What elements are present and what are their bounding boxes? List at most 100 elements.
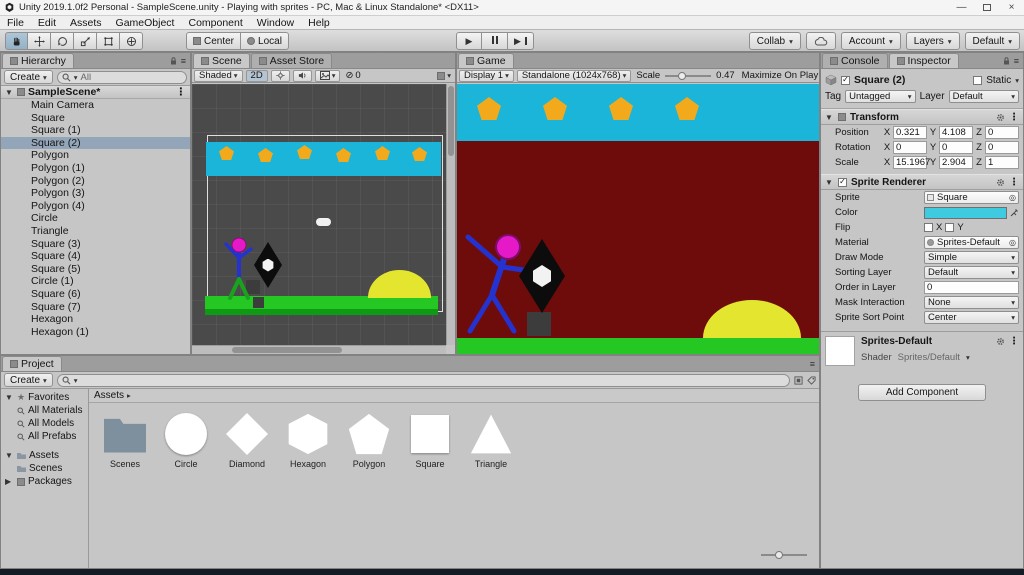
minimize-button[interactable]: — (949, 0, 974, 15)
hierarchy-item[interactable]: Polygon (4) (1, 200, 190, 213)
panel-menu-icon[interactable]: ≡ (1014, 56, 1019, 66)
tab-game[interactable]: Game (458, 53, 514, 68)
z-value-field[interactable]: 1 (985, 156, 1019, 169)
pause-button[interactable] (482, 32, 508, 50)
foldout-open-icon[interactable]: ▼ (5, 393, 14, 402)
scale-tool-button[interactable] (74, 32, 97, 50)
pivot-rotation-button[interactable]: Local (241, 32, 289, 50)
menu-item[interactable]: File (0, 16, 31, 30)
sprite-renderer-component-header[interactable]: ▼ ✓ Sprite Renderer ⋮ (821, 174, 1023, 190)
menu-item[interactable]: Window (250, 16, 301, 30)
scene-audio-toggle[interactable] (292, 69, 312, 82)
hierarchy-item[interactable]: Square (1, 112, 190, 125)
thumbnail-zoom-slider[interactable] (761, 550, 807, 560)
asset-item[interactable]: Square (404, 411, 456, 469)
assets-root[interactable]: ▼ Assets (1, 449, 88, 462)
hierarchy-item[interactable]: Square (7) (1, 301, 190, 314)
slider-thumb[interactable] (775, 551, 783, 559)
foldout-open-icon[interactable]: ▼ (5, 88, 14, 97)
hierarchy-item[interactable]: Triangle (1, 225, 190, 238)
lock-icon[interactable] (170, 56, 177, 65)
player-sprite[interactable] (222, 237, 256, 301)
tab-console[interactable]: Console (822, 53, 888, 68)
menu-item[interactable]: Assets (63, 16, 109, 30)
display-dropdown[interactable]: Display 1 ▾ (459, 69, 514, 82)
rotate-tool-button[interactable] (51, 32, 74, 50)
tag-dropdown[interactable]: Untagged ▾ (845, 89, 916, 103)
move-tool-button[interactable] (28, 32, 51, 50)
hierarchy-item[interactable]: Square (5) (1, 263, 190, 276)
search-by-type-icon[interactable] (794, 375, 803, 385)
asset-item[interactable]: Hexagon (282, 411, 334, 469)
scene-lighting-toggle[interactable] (270, 69, 290, 82)
scene-context-menu-icon[interactable]: ⋮ (176, 86, 187, 98)
chevron-down-icon[interactable]: ▾ (966, 353, 970, 362)
gizmos-dropdown[interactable]: ▾ (435, 71, 453, 80)
favorites-root[interactable]: ▼ ★ Favorites (1, 391, 88, 404)
gear-icon[interactable] (996, 337, 1005, 346)
y-value-field[interactable]: 2.904 (939, 156, 973, 169)
close-button[interactable]: × (999, 0, 1024, 15)
draw-mode-dropdown[interactable]: Simple ▾ (924, 251, 1019, 264)
hierarchy-item[interactable]: Square (4) (1, 250, 190, 263)
project-search-input[interactable]: ▾ (56, 373, 790, 387)
hierarchy-item[interactable]: Square (1) (1, 124, 190, 137)
2d-toggle-button[interactable]: 2D (245, 69, 268, 82)
hierarchy-item[interactable]: Main Camera (1, 99, 190, 112)
active-checkbox[interactable]: ✓ (841, 75, 850, 85)
maximize-on-play-toggle[interactable]: Maximize On Play (740, 70, 819, 81)
hierarchy-item[interactable]: Polygon (3) (1, 187, 190, 200)
color-swatch[interactable] (924, 206, 1007, 219)
menu-item[interactable]: Edit (31, 16, 63, 30)
tab-scene[interactable]: Scene (193, 53, 250, 68)
static-dropdown-icon[interactable]: ▾ (1015, 76, 1019, 85)
cloud-sprite[interactable] (316, 218, 331, 226)
z-value-field[interactable]: 0 (985, 141, 1019, 154)
asset-item[interactable]: Polygon (343, 411, 395, 469)
hierarchy-item[interactable]: Square (6) (1, 288, 190, 301)
search-filter-caret-icon[interactable]: ▾ (74, 376, 78, 385)
x-value-field[interactable]: 0 (893, 141, 927, 154)
favorite-item[interactable]: All Materials (1, 404, 88, 417)
aspect-dropdown[interactable]: Standalone (1024x768) ▾ (516, 69, 632, 82)
create-button[interactable]: Create ▾ (4, 373, 53, 387)
scene-visibility-toggle[interactable]: ⊘ 0 (343, 70, 362, 81)
create-button[interactable]: Create ▾ (4, 70, 53, 84)
rect-tool-button[interactable] (97, 32, 120, 50)
gameobject-name-field[interactable]: Square (2) (854, 74, 905, 86)
material-preview-thumbnail[interactable] (825, 336, 855, 366)
hierarchy-item[interactable]: Polygon (1) (1, 162, 190, 175)
hierarchy-item[interactable]: Polygon (2) (1, 175, 190, 188)
flip-y-checkbox[interactable] (945, 223, 955, 232)
sprite-sort-point-dropdown[interactable]: Center ▾ (924, 311, 1019, 324)
tab-hierarchy[interactable]: Hierarchy (2, 53, 74, 68)
foldout-open-icon[interactable]: ▼ (5, 451, 14, 460)
material-object-field[interactable]: Sprites-Default ◎ (924, 236, 1019, 249)
gear-icon[interactable] (996, 178, 1005, 187)
hierarchy-item[interactable]: Hexagon (1, 313, 190, 326)
scale-slider[interactable] (665, 71, 712, 81)
maximize-button[interactable] (974, 0, 999, 15)
mask-interaction-dropdown[interactable]: None ▾ (924, 296, 1019, 309)
foldout-open-icon[interactable]: ▼ (825, 178, 834, 187)
scene-viewport[interactable] (192, 84, 446, 345)
gear-icon[interactable] (996, 113, 1005, 122)
hierarchy-item[interactable]: Circle (1) (1, 275, 190, 288)
asset-item[interactable]: Diamond (221, 411, 273, 469)
object-picker-icon[interactable]: ◎ (1009, 238, 1016, 247)
flip-x-checkbox[interactable] (924, 223, 933, 232)
step-button[interactable]: ▶ (508, 32, 534, 50)
tab-asset-store[interactable]: Asset Store (250, 53, 333, 68)
layer-dropdown[interactable]: Default ▾ (948, 89, 1020, 103)
add-component-button[interactable]: Add Component (858, 384, 986, 401)
foldout-open-icon[interactable]: ▼ (825, 113, 834, 122)
lock-icon[interactable] (1003, 56, 1010, 65)
sprite-object-field[interactable]: Square ◎ (924, 191, 1019, 204)
component-enabled-checkbox[interactable]: ✓ (838, 177, 847, 187)
hierarchy-item[interactable]: Circle (1, 212, 190, 225)
transform-component-header[interactable]: ▼ Transform ⋮ (821, 109, 1023, 125)
asset-item[interactable]: Circle (160, 411, 212, 469)
hierarchy-search-input[interactable]: ▾ All (56, 70, 187, 84)
tab-inspector[interactable]: Inspector (888, 53, 959, 68)
account-dropdown[interactable]: Account ▾ (840, 32, 901, 50)
